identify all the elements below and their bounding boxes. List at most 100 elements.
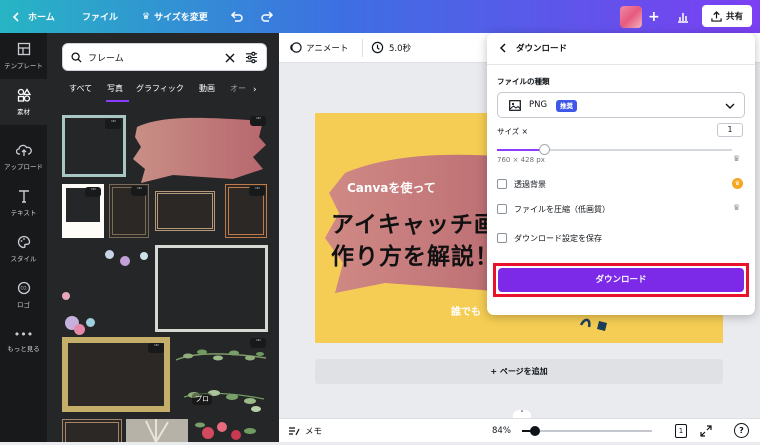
- notes-button[interactable]: メモ: [288, 425, 322, 437]
- animate-icon: [290, 42, 302, 53]
- zoom-slider[interactable]: [522, 426, 652, 436]
- redo-button[interactable]: [260, 0, 274, 33]
- tab-audio[interactable]: オー: [230, 83, 246, 94]
- logo-icon: CO.: [17, 281, 30, 295]
- file-menu[interactable]: ファイル: [82, 0, 118, 33]
- clock-icon: [371, 41, 384, 54]
- save-settings-checkbox[interactable]: [497, 233, 507, 243]
- download-panel-header: ダウンロード: [498, 42, 567, 54]
- home-label: ホーム: [28, 13, 55, 23]
- chevron-down-icon: [725, 103, 735, 109]
- file-type-label: ファイルの種類: [497, 77, 550, 86]
- search-input[interactable]: フレーム: [88, 51, 124, 64]
- zoom-slider-knob[interactable]: [530, 426, 540, 436]
- greenery-thumbnail[interactable]: ···: [174, 337, 268, 370]
- rail-item-templates[interactable]: テンプレート: [0, 33, 47, 79]
- design-title-line1[interactable]: アイキャッチ画: [331, 205, 498, 239]
- silver-frame-thumbnail[interactable]: [155, 245, 268, 332]
- transparent-bg-label: 透過背景: [514, 180, 546, 189]
- compress-checkbox[interactable]: [497, 204, 507, 214]
- help-button[interactable]: ?: [734, 423, 749, 438]
- download-panel: ダウンロード ファイルの種類 PNG 推奨 サイズ × 1 760 × 428 …: [487, 33, 755, 315]
- search-field[interactable]: フレーム: [62, 43, 267, 71]
- rail-item-text[interactable]: テキスト: [0, 180, 47, 226]
- avatar[interactable]: [620, 6, 642, 28]
- rail-item-elements[interactable]: 素材: [0, 79, 47, 125]
- top-bar: ホーム ファイル ♛ サイズを変更 + 共有: [0, 0, 760, 33]
- animate-button[interactable]: アニメート: [289, 41, 348, 54]
- rail-item-uploads[interactable]: アップロード: [0, 134, 47, 180]
- add-collaborator-button[interactable]: +: [648, 0, 660, 33]
- more-options-icon[interactable]: ···: [105, 118, 121, 129]
- cloud-upload-icon: [15, 144, 32, 156]
- pro-crown-icon: ♛: [732, 178, 743, 189]
- botanical-thumbnail[interactable]: プロ: [174, 373, 268, 419]
- active-tab-indicator: [106, 100, 129, 102]
- chevron-left-icon: [12, 11, 19, 22]
- page-count-button[interactable]: 1: [675, 424, 687, 438]
- svg-text:CO.: CO.: [20, 286, 27, 291]
- crown-icon: ♛: [733, 154, 741, 163]
- tab-photos[interactable]: 写真: [107, 83, 123, 94]
- size-slider[interactable]: [497, 144, 732, 155]
- more-options-icon[interactable]: ···: [250, 337, 266, 348]
- more-options-icon[interactable]: ···: [131, 185, 147, 196]
- tabs-next-icon[interactable]: ›: [253, 85, 257, 95]
- carved-frame-thumbnail[interactable]: [62, 419, 122, 442]
- size-input[interactable]: 1: [717, 123, 743, 137]
- share-button[interactable]: 共有: [702, 5, 752, 27]
- watercolor-dots-thumbnail[interactable]: [62, 246, 148, 338]
- chevron-up-icon: ˄: [520, 410, 524, 418]
- gold-frame-thumbnail[interactable]: [155, 191, 215, 231]
- tab-videos[interactable]: 動画: [199, 83, 215, 94]
- roses-thumbnail[interactable]: [192, 419, 268, 442]
- recommended-badge: 推奨: [556, 100, 577, 112]
- more-options-icon[interactable]: ···: [85, 186, 101, 197]
- brush-stroke-thumbnail[interactable]: ···: [133, 113, 268, 185]
- side-rail: テンプレート 素材 アップロード テキスト スタイル CO. ロゴ ••• もっ…: [0, 33, 47, 442]
- more-options-icon[interactable]: ···: [250, 115, 266, 126]
- show-pages-toggle[interactable]: ˄: [513, 410, 531, 418]
- more-options-icon[interactable]: ···: [148, 342, 164, 353]
- notes-icon: [289, 427, 300, 436]
- design-subtitle[interactable]: Canvaを使って: [347, 179, 436, 196]
- rail-item-styles[interactable]: スタイル: [0, 226, 47, 272]
- file-type-select[interactable]: PNG 推奨: [497, 92, 745, 118]
- crown-icon: ♛: [142, 11, 151, 22]
- size-slider-knob[interactable]: [539, 144, 550, 155]
- compress-label: ファイルを圧縮（低画質）: [514, 205, 610, 214]
- redo-icon: [261, 10, 274, 22]
- undo-button[interactable]: [230, 0, 244, 33]
- rail-item-more[interactable]: ••• もっと見る: [0, 319, 47, 365]
- file-type-value: PNG: [529, 100, 548, 110]
- duration-button[interactable]: 5.0秒: [371, 41, 411, 54]
- more-options-icon[interactable]: ···: [249, 185, 265, 196]
- dried-flowers-thumbnail[interactable]: [126, 419, 188, 443]
- filter-tabs: すべて 写真 グラフィック 動画 オー: [62, 83, 267, 103]
- design-caption[interactable]: 誰でも: [451, 303, 481, 318]
- template-icon: [17, 42, 30, 56]
- search-icon: [71, 52, 82, 63]
- home-button[interactable]: ホーム: [10, 0, 55, 33]
- tab-all[interactable]: すべて: [69, 83, 92, 94]
- tab-graphics[interactable]: グラフィック: [136, 83, 184, 94]
- filter-icon[interactable]: [245, 51, 258, 64]
- download-button[interactable]: ダウンロード: [498, 268, 744, 292]
- toolbar-divider: [362, 39, 363, 57]
- frame-thumbnail[interactable]: ···: [62, 115, 126, 177]
- ornate-frame-thumbnail[interactable]: ···: [109, 184, 149, 238]
- clear-icon[interactable]: [225, 53, 235, 63]
- resize-button[interactable]: ♛ サイズを変更: [142, 0, 208, 33]
- size-slider-fill: [497, 149, 544, 151]
- rail-item-logos[interactable]: CO. ロゴ: [0, 272, 47, 318]
- more-dots-icon: •••: [13, 328, 34, 341]
- fullscreen-icon[interactable]: [700, 425, 712, 437]
- design-title-line2[interactable]: 作り方を解説！: [331, 237, 499, 271]
- undo-icon: [230, 10, 243, 22]
- transparent-bg-checkbox[interactable]: [497, 179, 507, 189]
- copper-frame-thumbnail[interactable]: ···: [225, 184, 267, 238]
- gold-plain-frame-thumbnail[interactable]: ···: [62, 337, 170, 412]
- back-icon[interactable]: [498, 43, 508, 53]
- add-page-button[interactable]: + ページを追加: [315, 359, 723, 384]
- insights-button[interactable]: [676, 0, 690, 33]
